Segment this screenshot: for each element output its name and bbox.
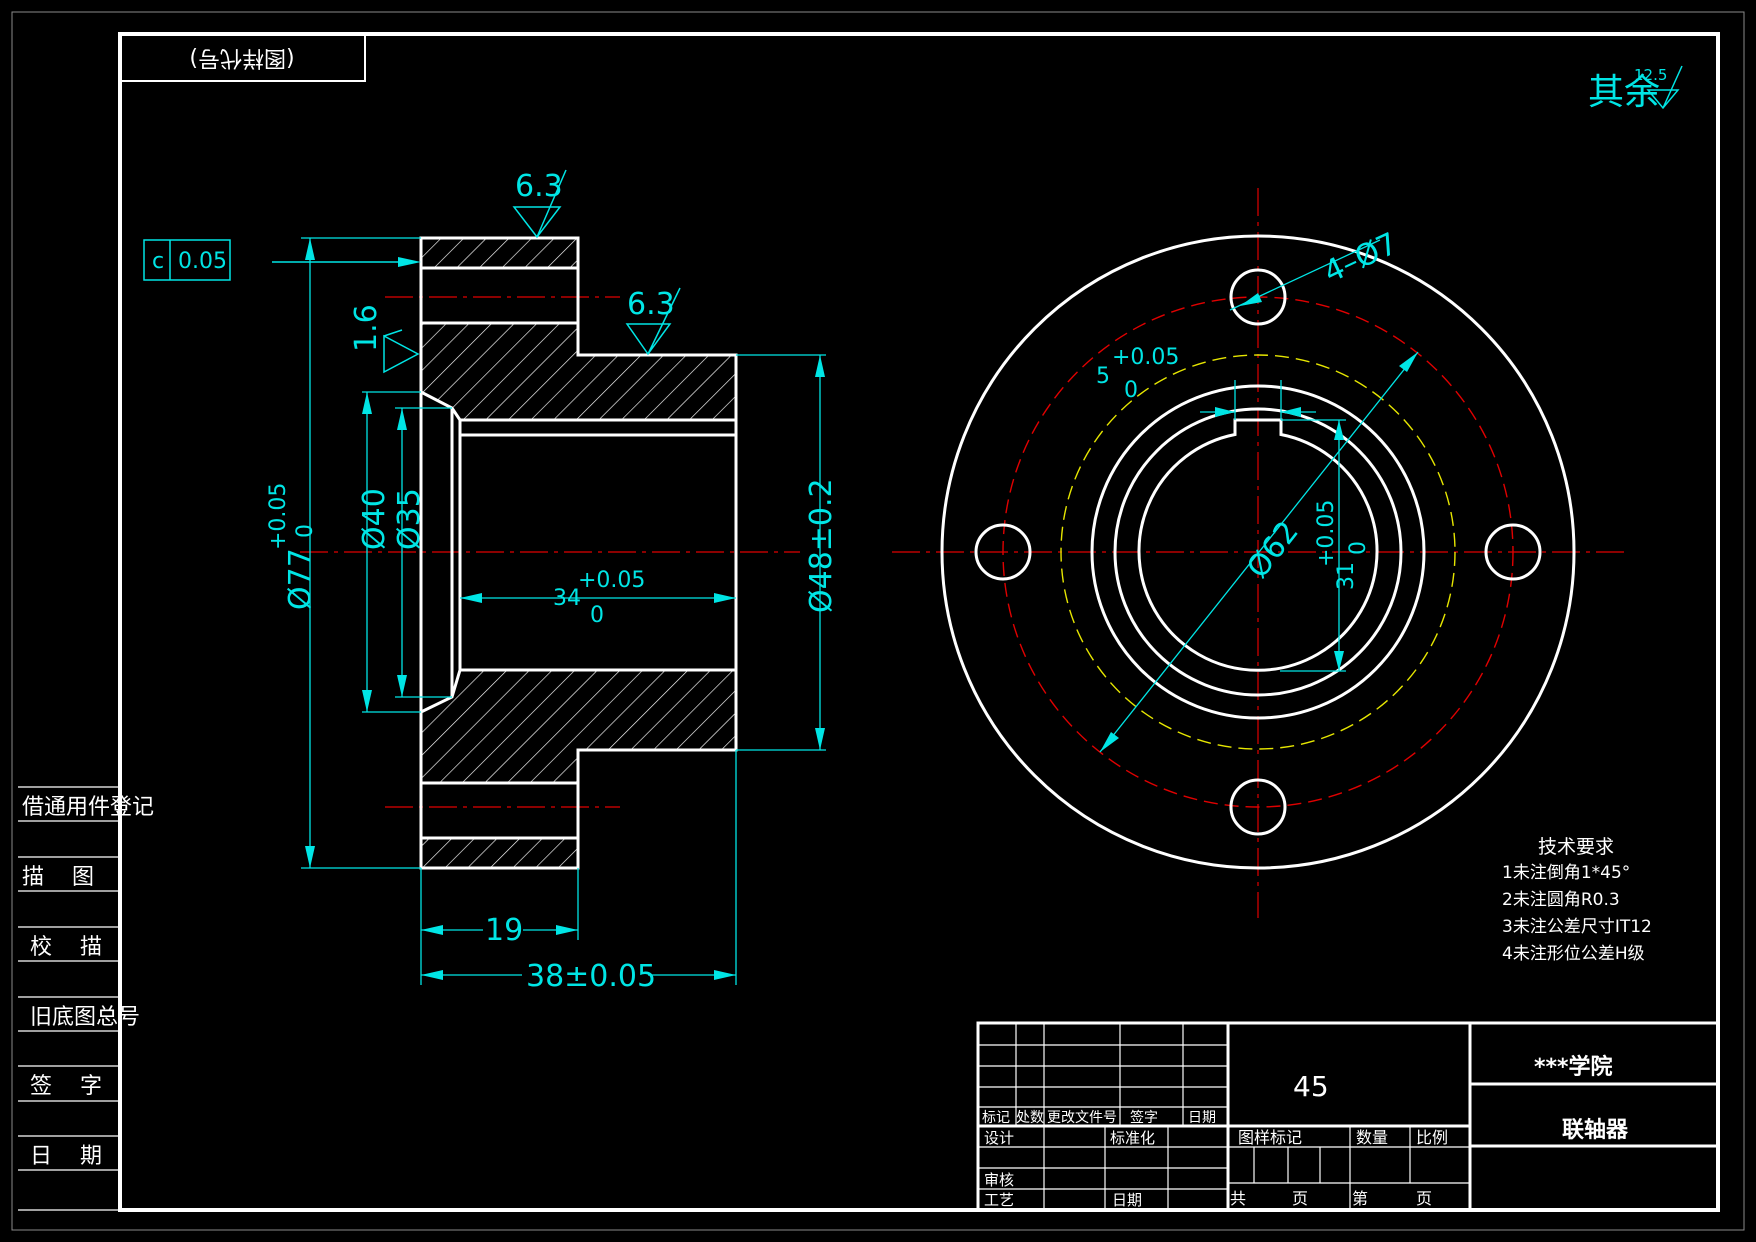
title-block: 45 ***学院 联轴器 标记 处数 更改文件号 签字 日期 设计 标准化 审核… <box>976 1021 1720 1212</box>
tech-notes: 技术要求 1未注倒角1*45° 2未注圆角R0.3 3未注公差尺寸IT12 4未… <box>1502 836 1652 964</box>
tech-note-2: 2未注圆角R0.3 <box>1502 890 1620 910</box>
dim-outer-lower: 0 <box>293 524 318 538</box>
roughness-top-value: 6.3 <box>515 169 563 204</box>
dim-hub-dia: Ø48±0.2 <box>804 478 839 613</box>
inner-border <box>118 32 1720 1212</box>
front-view: 4–Ø7 Ø62 5 +0.05 0 31 +0.05 0 <box>892 188 1625 918</box>
roughness-mid: 6.3 <box>625 287 681 356</box>
dim-38: 38±0.05 <box>526 959 656 994</box>
corner-box: (图样代号) <box>119 33 366 82</box>
tech-note-3: 3未注公差尺寸IT12 <box>1502 917 1652 937</box>
roughness-top: 6.3 <box>512 169 567 239</box>
dim-holes: 4–Ø7 <box>1319 226 1403 290</box>
dim-outer-base: Ø77 <box>283 548 318 610</box>
tb-date: 日期 <box>1112 1191 1142 1209</box>
roughness-chamfer-icon <box>383 329 420 374</box>
tolerance-arrow-icon <box>398 257 421 267</box>
tolerance-symbol: c <box>152 249 164 274</box>
dim-keyway-width-base: 5 <box>1096 364 1110 389</box>
left-strip-label-2: 校 描 <box>30 935 102 960</box>
tb-sheet-unit-2: 页 <box>1416 1189 1432 1208</box>
dim-hub-len-base: 34 <box>553 586 581 611</box>
dim-bore-35: Ø35 <box>392 488 427 550</box>
tech-note-1: 1未注倒角1*45° <box>1502 863 1630 883</box>
dim-keyway-width-lower: 0 <box>1124 378 1138 403</box>
tb-quantity: 数量 <box>1356 1128 1388 1147</box>
left-strip: 借通用件登记 描 图 校 描 旧底图总号 签 字 日 期 <box>18 786 154 1211</box>
left-strip-label-3: 旧底图总号 <box>30 1005 140 1030</box>
tb-sheet-unit: 页 <box>1292 1189 1308 1208</box>
dim-keyway-width-upper: +0.05 <box>1112 345 1179 370</box>
outer-border <box>11 11 1745 1231</box>
dim-19: 19 <box>485 913 523 948</box>
tb-rev-label-2: 更改文件号 <box>1047 1110 1117 1126</box>
tb-process: 工艺 <box>984 1191 1014 1209</box>
dim-bore-40: Ø40 <box>357 488 392 550</box>
side-section-view: 6.3 6.3 1.6 c 0.05 Ø77 +0.05 0 Ø40 Ø35 Ø… <box>143 169 839 994</box>
left-strip-label-5: 日 期 <box>30 1144 102 1169</box>
dim-hub-len-lower: 0 <box>590 603 604 628</box>
tb-part-name: 联轴器 <box>1562 1117 1629 1143</box>
roughness-chamfer-value: 1.6 <box>349 304 384 352</box>
dim-keyway-depth-lower: 0 <box>1346 541 1371 555</box>
dim-hub-len-upper: +0.05 <box>578 568 645 593</box>
tech-notes-title: 技术要求 <box>1538 836 1614 858</box>
sheet-frame <box>11 11 1745 1231</box>
left-strip-label-1: 描 图 <box>22 865 94 890</box>
corner-box-label: (图样代号) <box>189 45 294 70</box>
dim-keyway-depth-upper: +0.05 <box>1314 500 1339 567</box>
surface-finish-general: 其余 12.5 <box>1588 65 1683 113</box>
tb-standardization: 标准化 <box>1110 1129 1155 1147</box>
tb-review: 审核 <box>984 1171 1014 1189</box>
runout-tolerance-frame: c 0.05 <box>143 239 421 281</box>
tb-scale: 比例 <box>1416 1128 1448 1147</box>
tb-sheet-no: 第 <box>1352 1189 1368 1208</box>
tb-rev-label-1: 处数 <box>1016 1110 1044 1126</box>
dim-pcd: Ø62 <box>1240 515 1306 585</box>
tb-institute: ***学院 <box>1534 1054 1613 1080</box>
tb-rev-label-3: 签字 <box>1130 1109 1158 1126</box>
surface-finish-value: 12.5 <box>1634 66 1667 84</box>
tolerance-value: 0.05 <box>178 249 227 274</box>
tech-note-4: 4未注形位公差H级 <box>1502 944 1645 964</box>
dim-keyway-width: 5 +0.05 0 <box>1096 345 1179 403</box>
roughness-mid-value: 6.3 <box>627 287 675 322</box>
left-strip-label-4: 签 字 <box>30 1074 102 1099</box>
tb-design: 设计 <box>984 1129 1014 1147</box>
tb-material: 45 <box>1293 1070 1329 1103</box>
tb-sample-mark: 图样标记 <box>1238 1128 1302 1147</box>
dim-outer-upper: +0.05 <box>266 483 291 550</box>
tb-total: 共 <box>1230 1189 1246 1208</box>
tb-rev-label-0: 标记 <box>982 1110 1010 1126</box>
roughness-chamfer: 1.6 <box>349 304 420 374</box>
dim-keyway-depth: 31 +0.05 0 <box>1314 500 1371 590</box>
left-strip-label-0: 借通用件登记 <box>22 795 154 820</box>
engineering-drawing: (图样代号) 其余 12.5 6.3 6.3 1.6 c 0.05 Ø77 +0… <box>11 11 1745 1231</box>
tb-rev-label-4: 日期 <box>1188 1110 1216 1126</box>
